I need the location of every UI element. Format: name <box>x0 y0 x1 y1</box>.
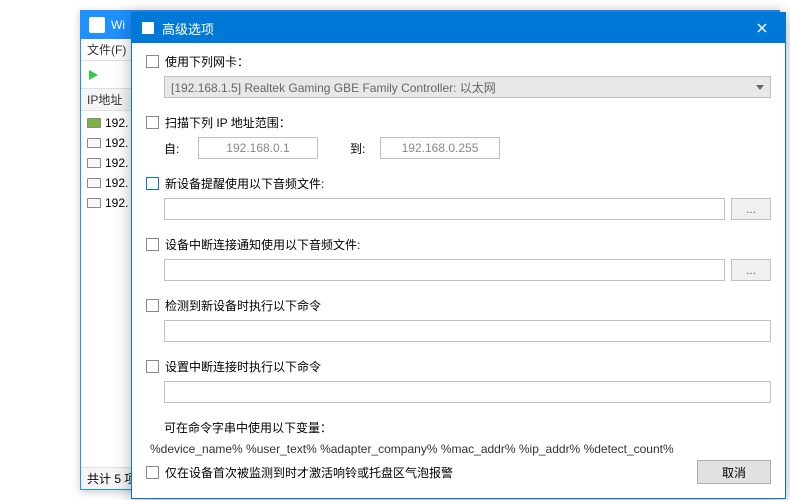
from-label: 自: <box>164 140 192 157</box>
vars-text: %device_name% %user_text% %adapter_compa… <box>146 440 771 458</box>
new-device-cmd-input[interactable] <box>164 320 771 342</box>
chevron-down-icon <box>756 85 764 90</box>
to-label: 到: <box>350 140 374 157</box>
device-icon <box>87 118 101 128</box>
device-icon <box>87 138 101 148</box>
first-detect-checkbox[interactable] <box>146 466 159 479</box>
new-device-cmd-checkbox[interactable] <box>146 299 159 312</box>
disconnect-cmd-input[interactable] <box>164 381 771 403</box>
browse-button[interactable]: ... <box>731 198 771 220</box>
disconnect-cmd-label: 设置中断连接时执行以下命令 <box>165 358 321 375</box>
disconnect-audio-label: 设备中断连接通知使用以下音频文件: <box>165 236 360 253</box>
new-device-cmd-label: 检测到新设备时执行以下命令 <box>165 297 321 314</box>
new-device-audio-label: 新设备提醒使用以下音频文件: <box>165 175 324 192</box>
device-icon <box>87 198 101 208</box>
from-ip-input[interactable]: 192.168.0.1 <box>198 137 318 159</box>
first-detect-label: 仅在设备首次被监测到时才激活响铃或托盘区气泡报警 <box>165 464 453 481</box>
scan-range-checkbox[interactable] <box>146 116 159 129</box>
new-device-audio-checkbox[interactable] <box>146 177 159 190</box>
disconnect-cmd-checkbox[interactable] <box>146 360 159 373</box>
disconnect-audio-checkbox[interactable] <box>146 238 159 251</box>
dialog-close-button[interactable] <box>739 13 785 43</box>
use-adapter-checkbox[interactable] <box>146 55 159 68</box>
browse-button[interactable]: ... <box>731 259 771 281</box>
device-icon <box>87 158 101 168</box>
dialog-icon <box>142 22 154 34</box>
cancel-button[interactable]: 取消 <box>697 460 771 484</box>
app-icon <box>89 17 105 33</box>
disconnect-audio-input[interactable] <box>164 259 725 281</box>
dialog-title: 高级选项 <box>162 19 739 38</box>
vars-label: 可在命令字串中使用以下变量： <box>146 419 771 436</box>
adapter-select[interactable]: [192.168.1.5] Realtek Gaming GBE Family … <box>164 76 771 98</box>
to-ip-input[interactable]: 192.168.0.255 <box>380 137 500 159</box>
use-adapter-label: 使用下列网卡： <box>165 53 249 70</box>
adapter-value: [192.168.1.5] Realtek Gaming GBE Family … <box>171 79 496 96</box>
scan-range-label: 扫描下列 IP 地址范围： <box>165 114 291 131</box>
play-icon[interactable] <box>89 70 98 80</box>
dialog-titlebar: 高级选项 <box>132 13 785 43</box>
device-icon <box>87 178 101 188</box>
dialog-body: 使用下列网卡： [192.168.1.5] Realtek Gaming GBE… <box>132 43 785 498</box>
new-device-audio-input[interactable] <box>164 198 725 220</box>
advanced-options-dialog: 高级选项 使用下列网卡： [192.168.1.5] Realtek Gamin… <box>131 12 786 499</box>
